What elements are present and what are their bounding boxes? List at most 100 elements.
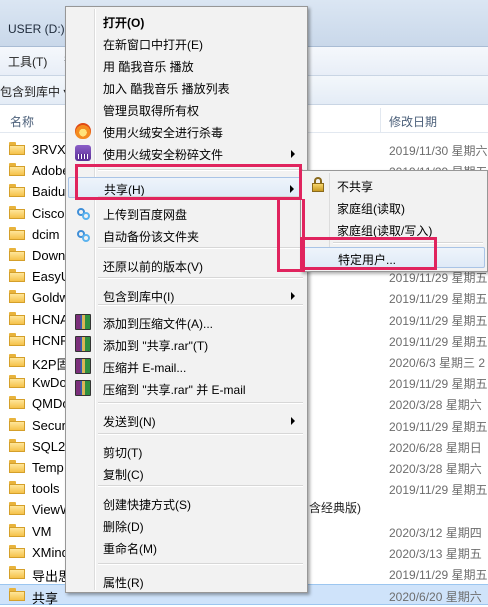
- file-date: 2020/3/28 星期六: [389, 462, 482, 476]
- column-date-header[interactable]: 修改日期: [389, 113, 437, 130]
- file-name: Baidu: [32, 184, 66, 200]
- menu-item-huorong-scan[interactable]: 使用火绒安全进行杀毒: [68, 121, 305, 142]
- menu-item-label: 创建快捷方式(S): [103, 498, 191, 512]
- winrar-icon: [75, 380, 91, 396]
- menu-item-label: 用 酷我音乐 播放: [103, 60, 194, 74]
- menu-item-include-library[interactable]: 包含到库中(I): [68, 285, 305, 306]
- folder-icon: [9, 460, 25, 473]
- folder-icon: [9, 354, 25, 367]
- folder-icon: [9, 332, 25, 346]
- folder-icon: [9, 184, 25, 198]
- file-date: 2020/3/12 星期四: [389, 525, 482, 540]
- menu-item-open-new-window[interactable]: 在新窗口中打开(E): [68, 33, 305, 54]
- folder-icon: [9, 226, 25, 240]
- menu-item-restore-previous[interactable]: 还原以前的版本(V): [68, 255, 305, 276]
- file-name: tools: [32, 481, 60, 497]
- menu-item-add-archive[interactable]: 添加到压缩文件(A)...: [68, 312, 305, 333]
- menu-item-create-shortcut[interactable]: 创建快捷方式(S): [68, 493, 305, 514]
- menu-item-huorong-shred[interactable]: 使用火绒安全粉碎文件: [68, 143, 305, 164]
- submenu-arrow-icon: [291, 150, 295, 158]
- folder-icon: [9, 163, 25, 177]
- submenu-item-no-share[interactable]: 不共享: [303, 175, 485, 196]
- menu-item-label: 使用火绒安全粉碎文件: [103, 148, 224, 162]
- menu-separator: [98, 563, 303, 565]
- file-date: 2019/11/29 星期五: [389, 334, 488, 349]
- menu-item-label: 重命名(M): [103, 542, 157, 556]
- folder-icon: [9, 438, 25, 452]
- menu-separator: [98, 277, 303, 279]
- menu-item-compress-email[interactable]: 压缩并 E-mail...: [68, 356, 305, 377]
- lock-icon: [311, 177, 325, 193]
- winrar-icon: [75, 336, 91, 352]
- menu-item-label: 添加到压缩文件(A)...: [103, 317, 213, 331]
- folder-icon: [9, 417, 25, 431]
- menu-item-cut[interactable]: 剪切(T): [68, 441, 305, 462]
- menu-item-compress-rar-email[interactable]: 压缩到 "共享.rar" 并 E-mail: [68, 378, 305, 399]
- file-name: Cisco: [32, 205, 65, 221]
- menu-item-play-kuwo[interactable]: 用 酷我音乐 播放: [68, 55, 305, 76]
- menu-item-open[interactable]: 打开(O): [68, 11, 305, 32]
- file-name: Down: [32, 248, 66, 263]
- menu-item-label: 加入 酷我音乐 播放列表: [103, 82, 230, 96]
- submenu-item-label: 家庭组(读取): [337, 202, 405, 216]
- winrar-icon: [75, 358, 91, 374]
- menu-item-label: 复制(C): [103, 468, 144, 482]
- winrar-icon: [75, 314, 91, 330]
- context-menu: 打开(O) 在新窗口中打开(E) 用 酷我音乐 播放加入 酷我音乐 播放列表管理员取…: [65, 6, 308, 593]
- baidu-netdisk-icon: [75, 227, 91, 243]
- submenu-arrow-icon: [291, 417, 295, 425]
- window-title: USER (D:): [8, 22, 65, 36]
- menu-item-send-to[interactable]: 发送到(N): [68, 410, 305, 431]
- file-name: HCNA: [32, 311, 69, 327]
- folder-icon: [9, 311, 25, 325]
- folder-icon: [9, 248, 25, 261]
- menu-item-take-ownership[interactable]: 管理员取得所有权: [68, 99, 305, 120]
- file-name: HCNP: [32, 332, 69, 348]
- file-name: Temp: [32, 460, 64, 475]
- include-in-library-button[interactable]: 包含到库中 ▾: [0, 83, 69, 100]
- submenu-item-homegroup-read[interactable]: 家庭组(读取): [303, 197, 485, 218]
- menu-separator: [98, 304, 303, 306]
- menu-item-add-kuwo-playlist[interactable]: 加入 酷我音乐 播放列表: [68, 77, 305, 98]
- file-name: KwDo: [32, 375, 67, 391]
- menu-item-properties[interactable]: 属性(R): [68, 571, 305, 592]
- huorong-fire-icon: [75, 123, 91, 139]
- menu-tools[interactable]: 工具(T): [8, 53, 47, 70]
- folder-icon: [9, 205, 25, 219]
- menu-item-auto-backup[interactable]: 自动备份该文件夹: [68, 225, 305, 246]
- file-date: 2020/6/3 星期三 2: [389, 356, 486, 370]
- file-name: Goldw: [32, 290, 69, 306]
- menu-item-label: 使用火绒安全进行杀毒: [103, 126, 224, 140]
- file-shredder-icon: [75, 145, 91, 161]
- folder-icon: [9, 566, 25, 579]
- menu-separator: [98, 247, 303, 249]
- folder-icon: [9, 588, 25, 602]
- folder-icon: [9, 290, 25, 304]
- menu-item-label: 属性(R): [103, 576, 144, 590]
- menu-item-label: 上传到百度网盘: [103, 208, 188, 222]
- menu-separator: [98, 485, 303, 487]
- menu-item-delete[interactable]: 删除(D): [68, 515, 305, 536]
- menu-item-label: 还原以前的版本(V): [103, 260, 203, 274]
- column-name-header[interactable]: 名称: [10, 113, 34, 130]
- menu-item-upload-baidu[interactable]: 上传到百度网盘: [68, 203, 305, 224]
- menu-separator: [98, 402, 303, 404]
- folder-icon: [9, 142, 25, 155]
- file-date: 2019/11/29 星期五: [389, 483, 488, 498]
- submenu-item-label: 不共享: [337, 180, 374, 194]
- menu-item-rename[interactable]: 重命名(M): [68, 537, 305, 558]
- file-date: 2019/11/29 星期五: [389, 377, 488, 392]
- folder-icon: [9, 523, 25, 537]
- file-name: XMind: [32, 544, 69, 560]
- menu-item-label: 压缩到 "共享.rar" 并 E-mail: [103, 383, 246, 397]
- file-date: 2019/11/29 星期五: [389, 313, 488, 328]
- menu-item-label: 包含到库中(I): [103, 290, 175, 304]
- file-name: QMDo: [32, 396, 70, 412]
- menu-item-copy[interactable]: 复制(C): [68, 463, 305, 484]
- folder-icon: [9, 481, 25, 495]
- menu-item-add-to-rar[interactable]: 添加到 "共享.rar"(T): [68, 334, 305, 355]
- column-divider[interactable]: [380, 108, 381, 132]
- annotation-specific-users: [300, 237, 437, 270]
- menu-separator: [98, 433, 303, 435]
- file-date: 2019/11/30 星期六: [389, 144, 488, 158]
